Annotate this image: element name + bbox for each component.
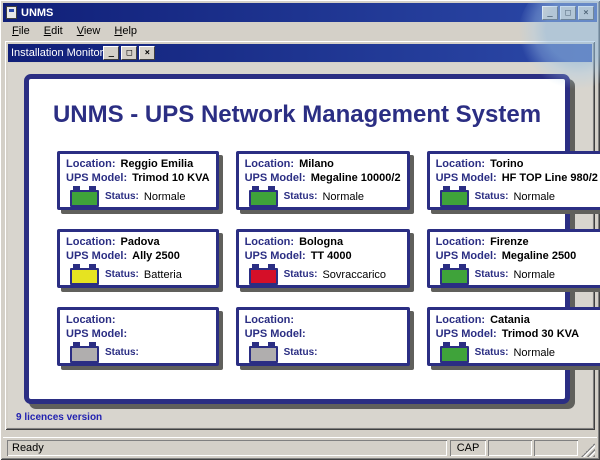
model-value: Megaline 10000/2 [311,172,401,184]
caps-lock-indicator: CAP [450,440,486,456]
status-value: Normale [513,269,555,281]
menu-file[interactable]: File [5,23,37,39]
maximize-button[interactable]: □ [560,6,576,20]
location-value: Reggio Emilia [121,158,194,170]
ups-card-empty-1[interactable]: Location: UPS Model: Status: [57,307,219,366]
status-value: Normale [513,347,555,359]
status-label: Status: [105,347,139,358]
ups-cards-grid: Location: Reggio Emilia UPS Model: Trimo… [49,151,545,366]
ups-card-bologna[interactable]: Location: Bologna UPS Model: TT 4000 Sta… [236,229,410,288]
model-value: HF TOP Line 980/2 [502,172,598,184]
close-button[interactable]: × [578,6,594,20]
location-label: Location: [66,236,116,248]
battery-status-icon [440,190,469,207]
location-label: Location: [245,314,295,326]
location-label: Location: [66,314,116,326]
battery-status-icon [249,346,278,363]
title-bar: UNMS _ □ × [3,3,597,22]
location-value: Bologna [299,236,343,248]
ups-card-catania[interactable]: Location: Catania UPS Model: Trimod 30 K… [427,307,600,366]
location-label: Location: [436,314,486,326]
location-value: Milano [299,158,334,170]
resize-grip[interactable] [581,443,595,457]
model-label: UPS Model: [245,328,306,340]
status-value: Normale [322,191,364,203]
status-label: Status: [475,269,509,280]
page-title: UNMS - UPS Network Management System [49,101,545,129]
location-label: Location: [66,158,116,170]
child-minimize-button[interactable]: _ [103,46,119,60]
menu-bar: File Edit View Help [3,22,597,40]
status-ready-text: Ready [7,440,447,456]
model-label: UPS Model: [245,172,306,184]
battery-status-icon [249,190,278,207]
location-label: Location: [436,236,486,248]
ups-card-torino[interactable]: Location: Torino UPS Model: HF TOP Line … [427,151,600,210]
status-label: Status: [284,191,318,202]
model-value: Trimod 30 KVA [502,328,579,340]
status-value: Normale [513,191,555,203]
model-label: UPS Model: [66,172,127,184]
status-bar: Ready CAP [3,437,597,457]
battery-status-icon [70,268,99,285]
ups-card-padova[interactable]: Location: Padova UPS Model: Ally 2500 St… [57,229,219,288]
status-label: Status: [475,347,509,358]
battery-status-icon [70,190,99,207]
status-label: Status: [105,191,139,202]
status-label: Status: [475,191,509,202]
model-label: UPS Model: [245,250,306,262]
model-label: UPS Model: [66,328,127,340]
status-value: Batteria [144,269,182,281]
model-label: UPS Model: [436,172,497,184]
location-label: Location: [245,236,295,248]
status-value: Sovraccarico [322,269,386,281]
app-window: UNMS _ □ × File Edit View Help Installat… [0,0,600,460]
main-panel: UNMS - UPS Network Management System Loc… [24,74,570,404]
model-value: TT 4000 [311,250,352,262]
location-value: Firenze [490,236,529,248]
menu-edit[interactable]: Edit [37,23,70,39]
model-label: UPS Model: [436,250,497,262]
monitor-client-area: UNMS - UPS Network Management System Loc… [8,63,592,427]
model-value: Trimod 10 KVA [132,172,209,184]
model-value: Ally 2500 [132,250,180,262]
menu-help[interactable]: Help [107,23,144,39]
battery-status-icon [440,346,469,363]
location-value: Torino [490,158,523,170]
app-icon [6,6,17,19]
location-label: Location: [245,158,295,170]
location-value: Padova [121,236,160,248]
ups-card-empty-2[interactable]: Location: UPS Model: Status: [236,307,410,366]
model-label: UPS Model: [66,250,127,262]
child-title-bar: Installation Monitor _ □ × [8,44,592,62]
menu-view[interactable]: View [70,23,108,39]
battery-status-icon [70,346,99,363]
status-value: Normale [144,191,186,203]
ups-card-firenze[interactable]: Location: Firenze UPS Model: Megaline 25… [427,229,600,288]
child-close-button[interactable]: × [139,46,155,60]
status-label: Status: [284,269,318,280]
ups-card-milano[interactable]: Location: Milano UPS Model: Megaline 100… [236,151,410,210]
battery-status-icon [440,268,469,285]
minimize-button[interactable]: _ [542,6,558,20]
model-value: Megaline 2500 [502,250,577,262]
status-label: Status: [105,269,139,280]
child-maximize-button[interactable]: □ [121,46,137,60]
licences-version-label: 9 licences version [16,412,102,423]
status-cell-empty-2 [534,440,578,456]
status-label: Status: [284,347,318,358]
battery-status-icon [249,268,278,285]
model-label: UPS Model: [436,328,497,340]
installation-monitor-window: Installation Monitor _ □ × UNMS - UPS Ne… [5,41,595,430]
ups-card-reggio-emilia[interactable]: Location: Reggio Emilia UPS Model: Trimo… [57,151,219,210]
window-title: UNMS [21,7,542,19]
location-label: Location: [436,158,486,170]
child-window-title: Installation Monitor [11,47,103,59]
location-value: Catania [490,314,530,326]
status-cell-empty-1 [488,440,532,456]
